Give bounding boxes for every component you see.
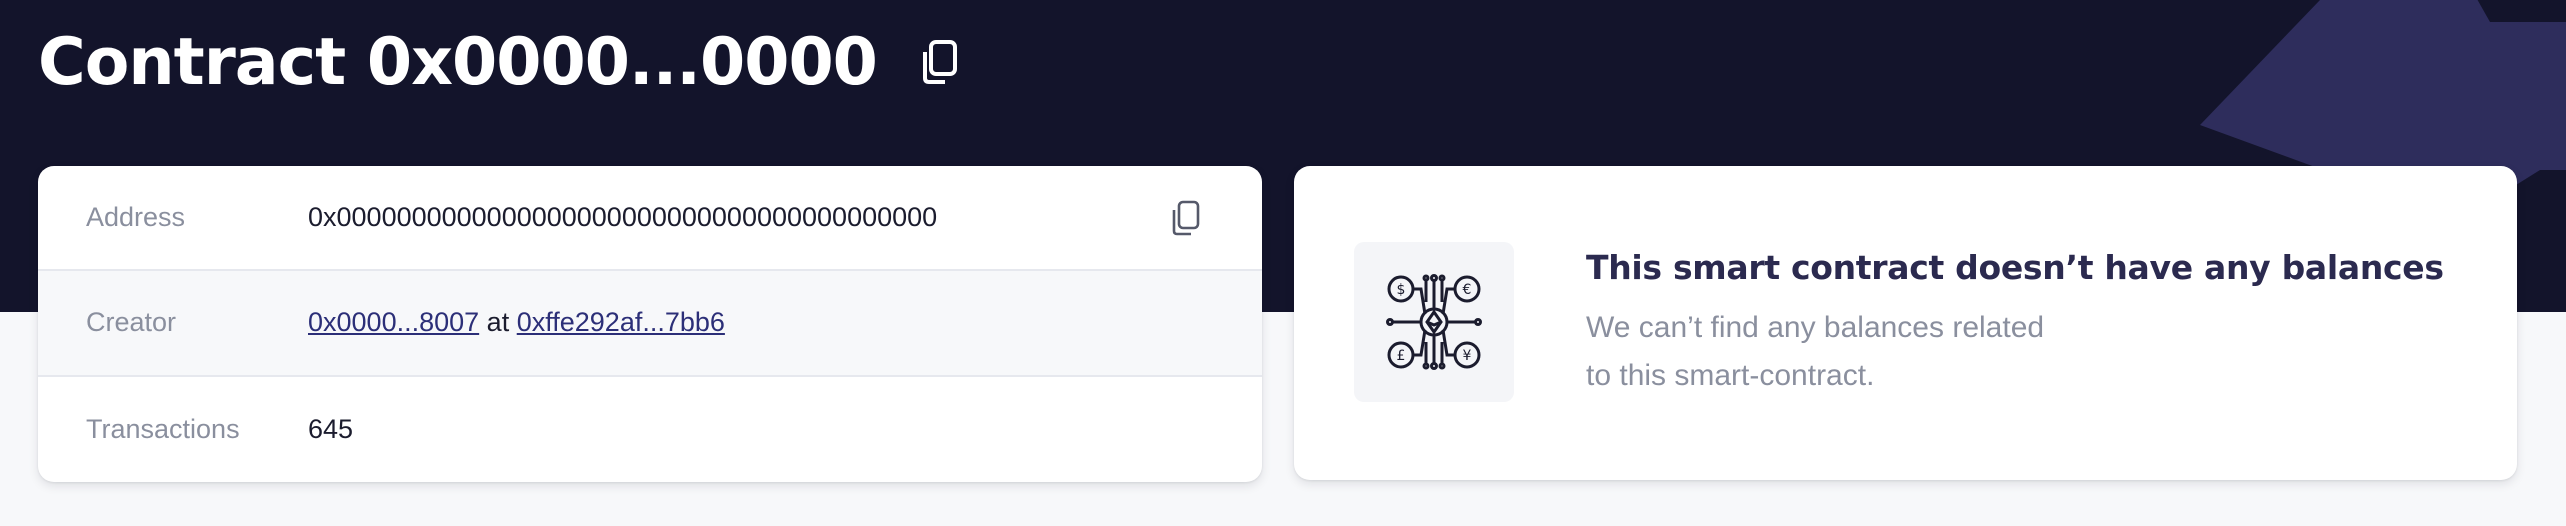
page-title: Contract 0x0000...0000 [38,24,878,100]
copy-icon[interactable] [1166,198,1206,238]
empty-state-line-2: to this smart-contract. [1586,359,1875,392]
transactions-row: Transactions 645 [38,377,1262,482]
balances-card: $ € £ ¥ This smart contract doesn’t have… [1294,166,2517,480]
address-value: 0x00000000000000000000000000000000000000… [308,202,938,233]
creator-value: 0x0000...8007 at 0xffe292af...7bb6 [308,307,725,338]
address-label: Address [86,202,186,233]
svg-text:€: € [1463,282,1472,298]
transactions-label: Transactions [86,413,240,444]
transactions-value: 645 [308,413,354,444]
empty-state-description: We can’t find any balances related to th… [1586,304,2146,400]
creator-connector: at [486,307,510,338]
crypto-currencies-icon: $ € £ ¥ [1354,242,1514,402]
empty-state-title: This smart contract doesn’t have any bal… [1586,248,2444,287]
title-row: Contract 0x0000...0000 [38,20,963,104]
address-row: Address 0x000000000000000000000000000000… [38,166,1262,272]
svg-text:£: £ [1397,348,1406,364]
creator-row: Creator 0x0000...8007 at 0xffe292af...7b… [38,271,1262,377]
svg-text:$: $ [1397,282,1406,298]
empty-state-line-1: We can’t find any balances related [1586,311,2045,344]
creation-tx-link[interactable]: 0xffe292af...7bb6 [517,307,725,337]
contract-info-card: Address 0x000000000000000000000000000000… [38,166,1262,482]
copy-icon[interactable] [915,36,963,88]
svg-text:¥: ¥ [1463,348,1472,364]
creator-address-link[interactable]: 0x0000...8007 [308,307,479,337]
creator-label: Creator [86,307,177,338]
